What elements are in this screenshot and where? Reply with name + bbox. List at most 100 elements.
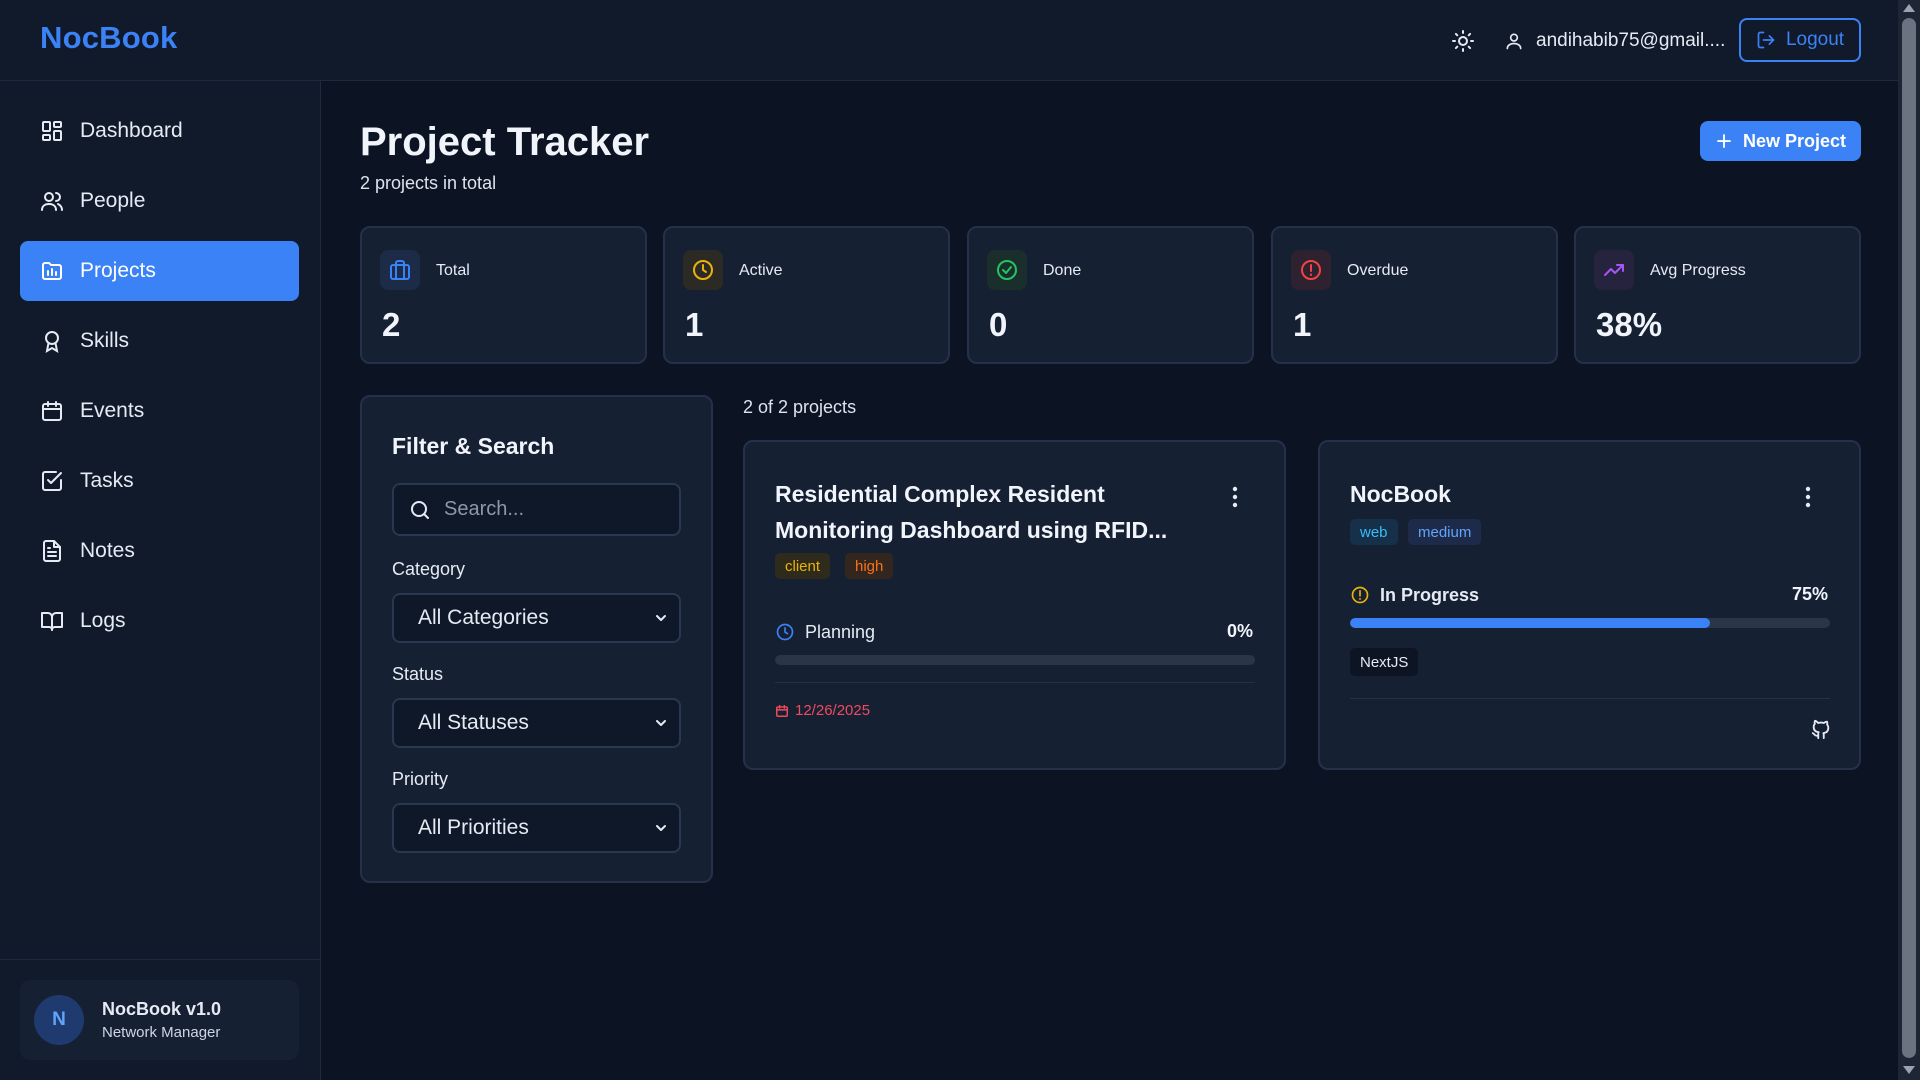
calendar-icon: [40, 399, 64, 423]
project-title: NocBook: [1350, 481, 1451, 507]
sidebar-item-projects[interactable]: Projects: [20, 241, 299, 301]
progress-percent: 75%: [1792, 584, 1829, 604]
sidebar-item-label: People: [80, 189, 146, 212]
scrollbar[interactable]: [1898, 0, 1920, 1080]
sidebar-item-logs[interactable]: Logs: [20, 591, 299, 651]
status-label: Status: [392, 664, 444, 684]
stat-label: Active: [739, 262, 783, 279]
user-menu[interactable]: andihabib75@gmail....: [1504, 26, 1725, 56]
divider: [1350, 698, 1830, 699]
sidebar-item-notes[interactable]: Notes: [20, 521, 299, 581]
scroll-up-arrow[interactable]: [1903, 4, 1915, 12]
theme-toggle-button[interactable]: [1448, 26, 1478, 56]
search-field[interactable]: [392, 483, 681, 536]
stat-value: 1: [685, 306, 704, 343]
check-circle-icon: [987, 250, 1027, 290]
priority-label: Priority: [392, 769, 449, 789]
more-options-icon[interactable]: [1225, 482, 1245, 512]
user-email: andihabib75@gmail....: [1536, 30, 1726, 51]
priority-tag: high: [845, 553, 894, 579]
clock-icon: [683, 250, 723, 290]
plus-icon: [1715, 132, 1733, 150]
scroll-down-arrow[interactable]: [1903, 1066, 1915, 1074]
sidebar-item-label: Tasks: [80, 469, 134, 492]
stat-label: Done: [1043, 262, 1082, 279]
page-title: Project Tracker: [360, 120, 650, 164]
app-info-card: N NocBook v1.0 Network Manager: [20, 980, 299, 1060]
more-options-icon[interactable]: [1798, 482, 1818, 512]
status-value: All Statuses: [418, 711, 529, 734]
dashboard-icon: [40, 119, 64, 143]
sidebar-item-label: Dashboard: [80, 119, 183, 142]
sidebar-item-skills[interactable]: Skills: [20, 311, 299, 371]
stat-label: Avg Progress: [1650, 262, 1746, 279]
chevron-down-icon: [653, 715, 669, 731]
sidebar-item-label: Logs: [80, 609, 126, 632]
chevron-down-icon: [653, 820, 669, 836]
tech-badge: NextJS: [1350, 648, 1419, 676]
checkbox-icon: [40, 469, 64, 493]
user-icon: [1504, 31, 1524, 51]
progress-bar-fill: [1350, 618, 1710, 628]
due-date: 12/26/2025: [775, 702, 870, 719]
search-input[interactable]: [444, 498, 664, 521]
sidebar-item-dashboard[interactable]: Dashboard: [20, 101, 299, 161]
search-icon: [408, 498, 432, 522]
sun-icon: [1451, 29, 1475, 53]
progress-percent: 0%: [1227, 621, 1254, 641]
stat-label: Total: [436, 262, 470, 279]
sidebar-item-label: Events: [80, 399, 145, 422]
due-date-label: 12/26/2025: [795, 702, 871, 719]
app-version: NocBook v1.0: [102, 999, 222, 1019]
stat-label: Overdue: [1347, 262, 1409, 279]
avatar: N: [34, 995, 84, 1045]
award-icon: [40, 329, 64, 353]
app-subtitle: Network Manager: [102, 1024, 221, 1041]
page-subtitle: 2 projects in total: [360, 173, 497, 193]
new-project-button[interactable]: New Project: [1700, 121, 1861, 161]
project-card[interactable]: NocBook web medium In Progress 75% NextJ…: [1318, 440, 1861, 770]
stat-value: 2: [382, 306, 401, 343]
brand-logo[interactable]: NocBook: [40, 20, 177, 56]
sidebar-item-tasks[interactable]: Tasks: [20, 451, 299, 511]
clock-icon: [775, 622, 795, 642]
category-select[interactable]: All Categories: [392, 593, 681, 643]
stat-card-active: Active 1: [663, 226, 950, 364]
stat-value: 0: [989, 306, 1008, 343]
priority-select[interactable]: All Priorities: [392, 803, 681, 853]
sidebar-item-label: Skills: [80, 329, 130, 352]
category-label: Category: [392, 559, 466, 579]
sidebar-item-events[interactable]: Events: [20, 381, 299, 441]
stat-card-done: Done 0: [967, 226, 1254, 364]
projects-icon: [40, 259, 64, 283]
project-title: Residential Complex Resident Monitoring …: [775, 481, 1168, 543]
sidebar-footer: N NocBook v1.0 Network Manager: [0, 959, 321, 1080]
status-label: Planning: [805, 621, 876, 642]
document-icon: [40, 539, 64, 563]
trending-up-icon: [1594, 250, 1634, 290]
github-icon[interactable]: [1810, 718, 1832, 740]
people-icon: [40, 189, 64, 213]
category-value: All Categories: [418, 606, 549, 629]
stat-card-total: Total 2: [360, 226, 647, 364]
logout-button[interactable]: Logout: [1739, 18, 1861, 62]
alert-circle-icon: [1291, 250, 1331, 290]
stat-value: 38%: [1596, 306, 1663, 343]
project-status: Planning: [775, 619, 875, 645]
filter-title: Filter & Search: [392, 433, 555, 459]
filter-panel: Filter & Search Category All Categories …: [360, 395, 713, 883]
priority-value: All Priorities: [418, 816, 529, 839]
stat-card-overdue: Overdue 1: [1271, 226, 1558, 364]
logout-label: Logout: [1785, 29, 1845, 50]
status-label: In Progress: [1380, 584, 1480, 605]
project-card[interactable]: Residential Complex Resident Monitoring …: [743, 440, 1286, 770]
category-tag: web: [1350, 519, 1398, 545]
stat-value: 1: [1293, 306, 1312, 343]
sidebar-item-people[interactable]: People: [20, 171, 299, 231]
alert-circle-icon: [1350, 585, 1370, 605]
calendar-icon: [775, 704, 789, 718]
status-select[interactable]: All Statuses: [392, 698, 681, 748]
briefcase-icon: [380, 250, 420, 290]
category-tag: client: [775, 553, 831, 579]
scroll-thumb[interactable]: [1902, 18, 1916, 1058]
